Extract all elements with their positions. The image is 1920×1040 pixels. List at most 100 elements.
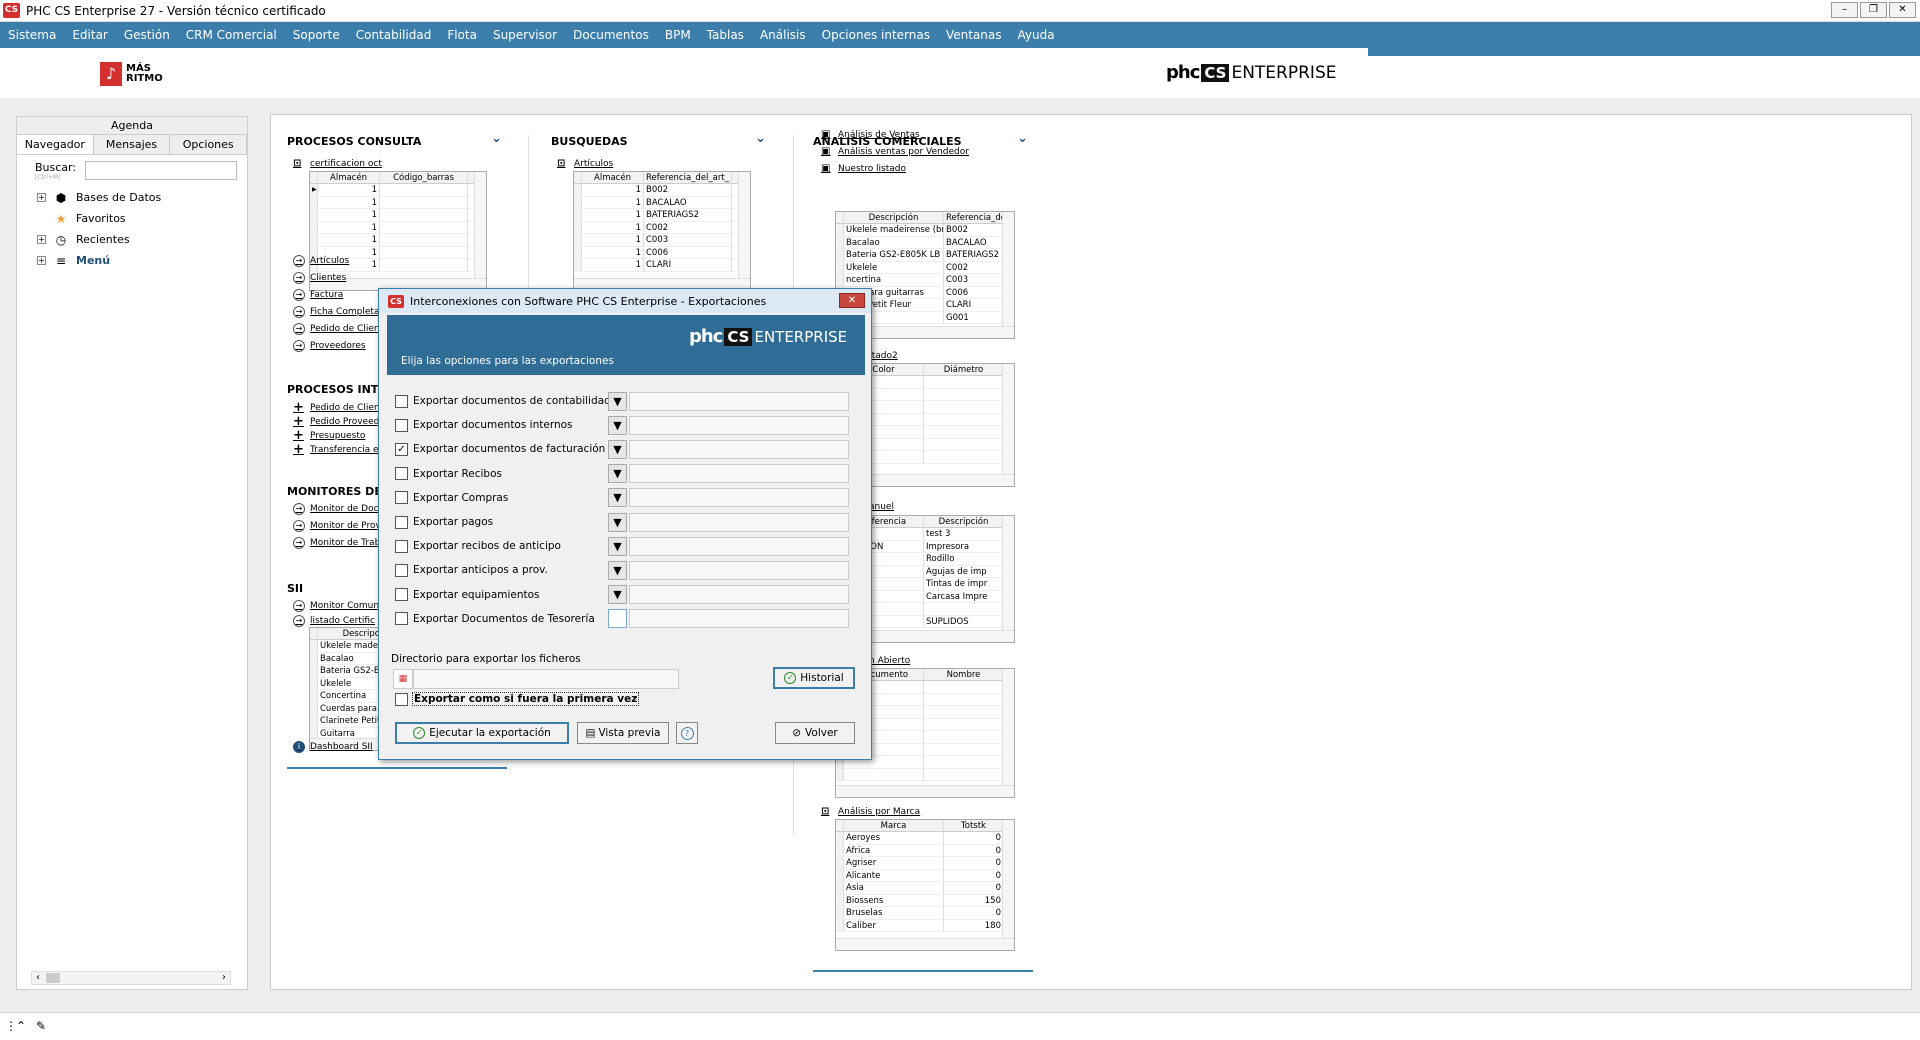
menu-item[interactable]: Tablas (705, 28, 746, 42)
grid-link-articulos[interactable]: ⊡ Artículos (557, 158, 613, 169)
expand-icon[interactable]: + (37, 193, 46, 202)
expand-icon[interactable]: + (37, 235, 46, 244)
column-header[interactable]: Totstk (944, 820, 1004, 831)
table-row[interactable]: ncertina C003 (836, 274, 1014, 287)
export-option-checkbox[interactable] (395, 612, 408, 626)
tree-item[interactable]: + ◷ Recientes (37, 229, 247, 250)
export-option-checkbox[interactable] (395, 588, 408, 602)
shortcut-link[interactable]: → Ficha Completa d (293, 306, 388, 318)
column-header[interactable]: Nombre (924, 669, 1004, 680)
table-row[interactable]: 1 BATERIAGS2 (574, 209, 750, 222)
minimize-button[interactable]: – (1831, 2, 1858, 18)
column-header[interactable]: Descripción (924, 516, 1004, 527)
search-input[interactable] (85, 161, 237, 180)
preview-button[interactable]: ▤ Vista previa (577, 722, 669, 744)
table-row[interactable]: Asia 0 (836, 882, 1014, 895)
tab-mensajes[interactable]: Mensajes (93, 135, 171, 154)
column-header[interactable]: Código_barras (380, 172, 468, 183)
tree-item[interactable]: + ≡ Menú (37, 250, 247, 271)
tree-item[interactable]: + ⬢ Bases de Datos (37, 187, 247, 208)
directory-input[interactable] (413, 669, 679, 689)
export-option-checkbox[interactable] (395, 539, 408, 553)
analisis-marca-grid[interactable]: Marca Totstk Aeroyes 0 Africa 0 Agriser 0 Alican… (835, 819, 1015, 951)
menu-item[interactable]: Editar (70, 28, 110, 42)
edit-icon[interactable]: ✎ (36, 1019, 46, 1033)
filter-icon[interactable] (608, 609, 627, 629)
export-option-checkbox[interactable] (395, 563, 408, 577)
filter-icon[interactable]: ▼ (608, 488, 627, 508)
tab-navegador[interactable]: Navegador (17, 135, 94, 154)
articulos-grid[interactable]: Almacén Referencia_del_art_ 1 B002 1 BACALAO 1… (573, 171, 751, 291)
shortcut-link[interactable]: + Transferencia ent (293, 442, 388, 457)
menu-item[interactable]: Documentos (571, 28, 651, 42)
menu-item[interactable]: Soporte (291, 28, 342, 42)
shortcut-link[interactable]: → Monitor de Trabal (293, 537, 388, 549)
column-header[interactable]: Referencia_del (944, 212, 1004, 223)
export-option-checkbox[interactable] (395, 418, 408, 432)
dialog-close-button[interactable]: ✕ (839, 293, 865, 308)
shortcut-link[interactable]: + Pedido de Cliente (293, 400, 389, 415)
menu-item[interactable]: Supervisor (491, 28, 559, 42)
shortcut-link[interactable]: ▣ Análisis ventas por Vendedor (821, 146, 969, 157)
restore-button[interactable]: ❐ (1860, 2, 1887, 18)
menu-item[interactable]: CRM Comercial (184, 28, 279, 42)
filter-field[interactable] (629, 560, 849, 580)
table-row[interactable] (836, 768, 1014, 781)
export-option-checkbox[interactable] (395, 491, 408, 505)
table-row[interactable]: Africa 0 (836, 844, 1014, 857)
filter-icon[interactable]: ▼ (608, 439, 627, 459)
grid-link-abierto[interactable]: n Abierto (869, 656, 910, 666)
filter-field[interactable] (629, 391, 849, 411)
export-option-checkbox[interactable] (395, 467, 408, 481)
chevron-down-icon[interactable]: ⌄ (755, 131, 766, 146)
vertical-scrollbar[interactable] (1002, 364, 1014, 486)
historial-button[interactable]: ✓ Historial (773, 667, 855, 689)
filter-icon[interactable]: ▼ (608, 512, 627, 532)
vertical-scrollbar[interactable] (1002, 669, 1014, 797)
filter-icon[interactable]: ▼ (608, 560, 627, 580)
table-row[interactable]: 1 BACALAO (574, 196, 750, 209)
dashboard-sii-link[interactable]: i Dashboard SII (293, 741, 373, 753)
shortcut-link[interactable]: → Pedido de Cliente (293, 323, 389, 335)
menu-item[interactable]: Opciones internas (820, 28, 932, 42)
menu-item[interactable]: Contabilidad (354, 28, 434, 42)
filter-field[interactable] (629, 512, 849, 532)
table-row[interactable]: 1 (310, 196, 486, 209)
shortcut-link[interactable]: + Presupuesto (293, 428, 365, 443)
column-header[interactable]: Diámetro (924, 364, 1004, 375)
horizontal-scrollbar[interactable] (836, 785, 1014, 797)
menu-item[interactable]: Flota (445, 28, 479, 42)
filter-field[interactable] (629, 585, 849, 605)
table-row[interactable]: 1 C002 (574, 221, 750, 234)
column-header[interactable]: Marca (844, 820, 944, 831)
filter-field[interactable] (629, 488, 849, 508)
filter-field[interactable] (629, 536, 849, 556)
table-row[interactable]: Alicante 0 (836, 869, 1014, 882)
filter-field[interactable] (629, 415, 849, 435)
shortcut-link[interactable]: → Clientes (293, 272, 346, 284)
tab-opciones[interactable]: Opciones (170, 135, 248, 154)
filter-icon[interactable]: ▼ (608, 391, 627, 411)
vertical-scrollbar[interactable] (1002, 212, 1014, 338)
table-row[interactable]: Agriser 0 (836, 857, 1014, 870)
shortcut-link[interactable]: ▣ Nuestro listado (821, 163, 906, 174)
table-row[interactable]: 1 (310, 209, 486, 222)
agenda-header[interactable]: Agenda (17, 117, 247, 135)
chevron-up-icon[interactable]: ⌃ (16, 1019, 26, 1033)
table-row[interactable]: Aeroyes 0 (836, 832, 1014, 845)
table-row[interactable]: 1 (310, 234, 486, 247)
chevron-down-icon[interactable]: ⌄ (1017, 131, 1028, 146)
folder-picker-icon[interactable]: ▦ (393, 669, 413, 689)
menu-item[interactable]: Sistema (6, 28, 58, 42)
filter-icon[interactable]: ▼ (608, 585, 627, 605)
tree-item[interactable]: ★ Favoritos (37, 208, 247, 229)
filter-field[interactable] (629, 609, 849, 629)
menu-item[interactable]: Ventanas (944, 28, 1004, 42)
filter-icon[interactable]: ▼ (608, 536, 627, 556)
column-header[interactable]: Descripción (844, 212, 944, 223)
grid-link-certificacion[interactable]: ⊡ certificacion oct (293, 158, 382, 169)
chevron-down-icon[interactable]: ⌄ (491, 131, 502, 146)
export-option-checkbox[interactable]: ✓ (395, 442, 408, 456)
shortcut-link[interactable]: → Proveedores (293, 340, 366, 352)
menu-item[interactable]: Gestión (122, 28, 172, 42)
